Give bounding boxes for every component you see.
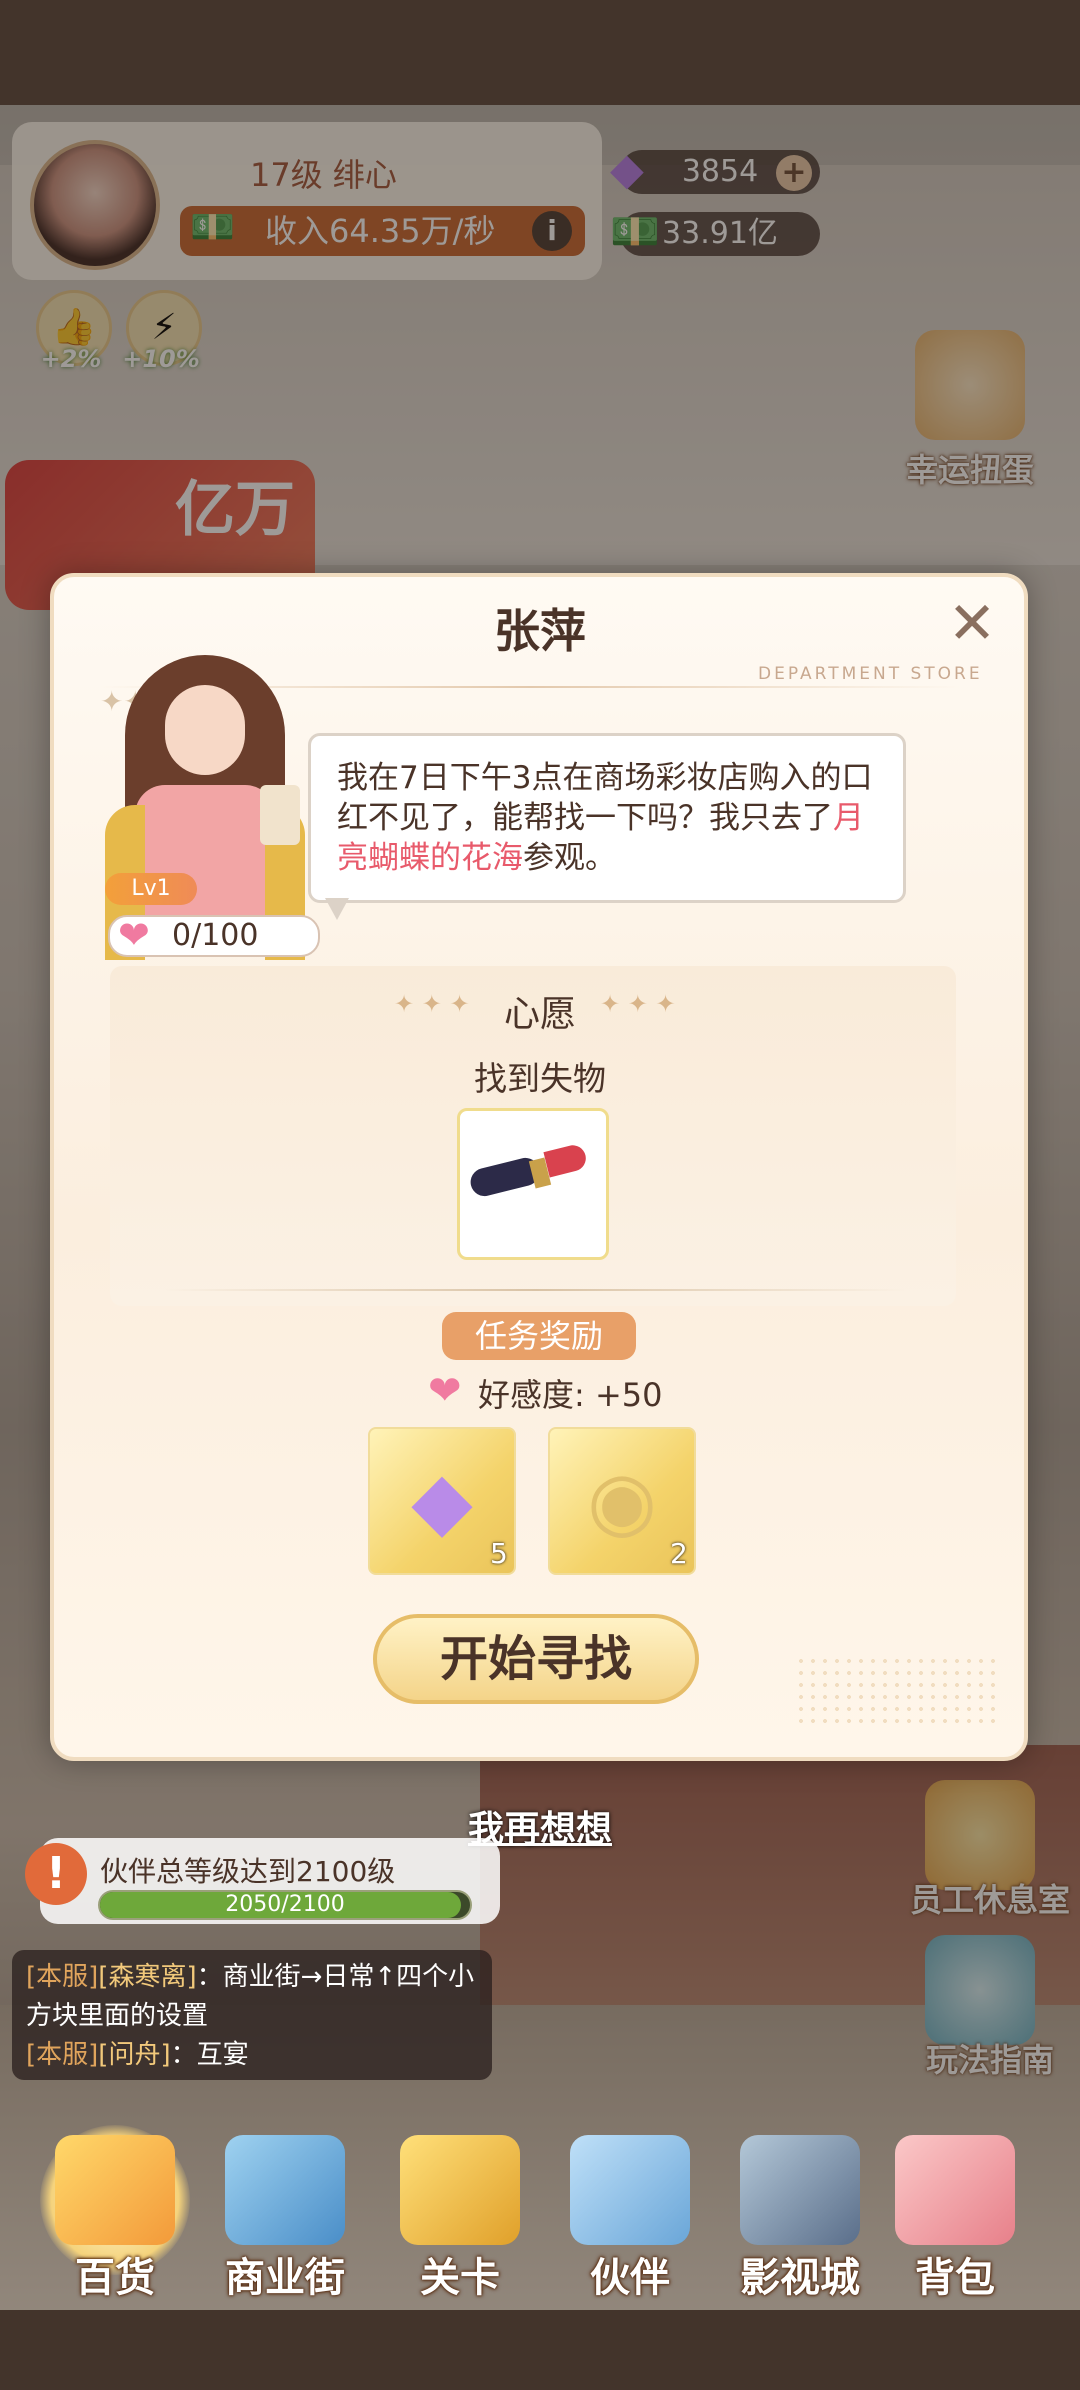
sparkle-icon: ✦ ✦ ✦ [600,990,676,1018]
dialog-subtitle: DEPARTMENT STORE [758,664,983,684]
chat-nick: [问舟] [98,2040,171,2070]
nav-item-film-city[interactable]: 影视城 [720,2245,880,2303]
speech-bubble-tail [325,898,349,920]
wish-title: 心愿 [503,994,576,1035]
film-icon[interactable] [740,2135,860,2245]
reward-affection: 好感度: +50 [478,1376,663,1414]
store-icon[interactable] [55,2135,175,2245]
nav-item-stages[interactable]: 关卡 [380,2245,540,2303]
affection-value: 0/100 [172,918,259,953]
bag-icon[interactable] [895,2135,1015,2245]
lipstick-icon [467,1142,600,1200]
task-progress-text: 2050/2100 [225,1892,345,1917]
chat-message: [本服][问舟]：互宴 [26,2036,478,2075]
section-divider [165,1289,905,1291]
chat-channel: [本服] [26,1962,99,1992]
message-text: 我在7日下午3点在商场彩妆店购入的口红不见了，能帮找一下吗？我只去了 [337,760,873,836]
npc-speech-bubble: 我在7日下午3点在商场彩妆店购入的口红不见了，能帮找一下吗？我只去了月亮蝴蝶的花… [308,733,906,903]
nav-item-backpack[interactable]: 背包 [875,2245,1035,2303]
nav-item-partners[interactable]: 伙伴 [550,2245,710,2303]
chat-message: [本服][森寒离]：商业街→日常↑四个小方块里面的设置 [26,1958,478,2036]
city-icon[interactable] [225,2135,345,2245]
truck-icon[interactable] [400,2135,520,2245]
reward-count: 2 [670,1537,688,1570]
heart-icon: ❤ [428,1368,462,1414]
dot-pattern [795,1655,995,1725]
close-icon[interactable]: ✕ [944,594,1000,652]
message-text-end: 参观。 [523,840,616,876]
alert-icon: ! [25,1843,87,1905]
reward-count: 5 [490,1537,508,1570]
heart-icon: ❤ [118,913,150,957]
start-search-button[interactable]: 开始寻找 [373,1614,699,1704]
chat-panel[interactable]: [本服][森寒离]：商业街→日常↑四个小方块里面的设置 [本服][问舟]：互宴 [12,1950,492,2080]
dialog-title: 张萍 [494,604,586,658]
nav-item-commercial-street[interactable]: 商业街 [205,2245,365,2303]
chat-nick: [森寒离] [98,1962,197,1992]
chat-text: ：互宴 [170,2040,249,2070]
partner-icon[interactable] [570,2135,690,2245]
chat-channel: [本服] [26,2040,99,2070]
wish-task: 找到失物 [474,1059,606,1098]
task-text: 伙伴总等级达到2100级 [100,1855,396,1888]
nav-item-store[interactable]: 百货 [35,2245,195,2303]
npc-level-badge: Lv1 [105,873,197,905]
reward-tag: 任务奖励 [442,1312,636,1360]
